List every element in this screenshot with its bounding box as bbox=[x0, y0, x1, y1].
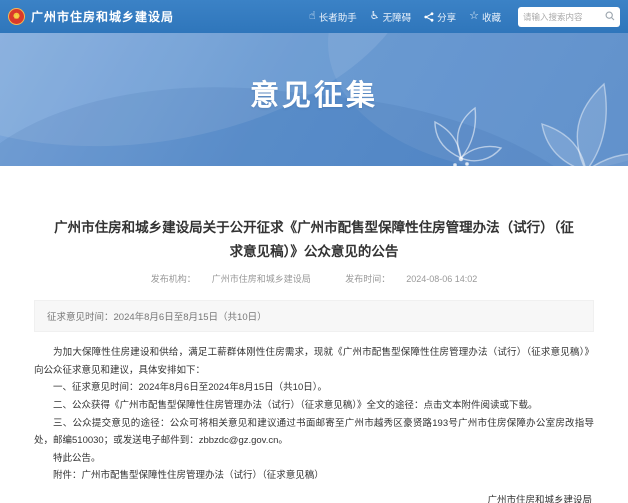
article-title: 广州市住房和城乡建设局关于公开征求《广州市配售型保障性住房管理办法（试行）（征求… bbox=[52, 216, 577, 263]
top-header-bar: ★ 广州市住房和城乡建设局 ☝ 长者助手 ♿ 无障碍 分享 ☆ 收藏 bbox=[0, 0, 628, 33]
article-paragraph: 特此公告。 bbox=[34, 450, 594, 468]
accessibility-button[interactable]: ♿ 无障碍 bbox=[370, 10, 411, 24]
elder-assistant-button[interactable]: ☝ 长者助手 bbox=[309, 10, 357, 24]
header-toolbar: ☝ 长者助手 ♿ 无障碍 分享 ☆ 收藏 bbox=[309, 7, 620, 27]
search-box[interactable] bbox=[518, 7, 620, 27]
signature-agency: 广州市住房和城乡建设局 bbox=[34, 491, 592, 503]
site-logo-home-link[interactable]: ★ 广州市住房和城乡建设局 bbox=[8, 8, 174, 25]
share-label: 分享 bbox=[437, 10, 456, 24]
share-button[interactable]: 分享 bbox=[424, 10, 456, 24]
article-paragraph: 一、征求意见时间：2024年8月6日至2024年8月15日（共10日）。 bbox=[34, 379, 594, 397]
national-emblem-icon: ★ bbox=[8, 8, 25, 25]
elder-assistant-icon: ☝ bbox=[309, 11, 316, 22]
share-icon bbox=[424, 12, 434, 22]
publish-time: 发布时间：2024-08-06 14:02 bbox=[337, 274, 485, 284]
site-name: 广州市住房和城乡建设局 bbox=[31, 8, 174, 25]
page-banner: 意见征集 bbox=[0, 33, 628, 166]
signature-block: 广州市住房和城乡建设局 2024年8月5日 bbox=[34, 491, 594, 503]
solicitation-period-notice: 征求意见时间：2024年8月6日至8月15日（共10日） bbox=[34, 300, 594, 332]
search-input[interactable] bbox=[523, 12, 605, 22]
banner-title: 意见征集 bbox=[250, 72, 378, 114]
article-paragraph: 二、公众获得《广州市配售型保障性住房管理办法（试行）（征求意见稿）》全文的途径：… bbox=[34, 397, 594, 415]
publisher: 发布机构：广州市住房和城乡建设局 bbox=[143, 274, 319, 284]
accessibility-icon: ♿ bbox=[370, 11, 380, 22]
article-paragraph: 三、公众提交意见的途径：公众可将相关意见和建议通过书面邮寄至广州市越秀区豪贤路1… bbox=[34, 415, 594, 450]
article-content: 广州市住房和城乡建设局关于公开征求《广州市配售型保障性住房管理办法（试行）（征求… bbox=[0, 166, 628, 503]
favorite-button[interactable]: ☆ 收藏 bbox=[469, 10, 501, 24]
elder-assistant-label: 长者助手 bbox=[319, 10, 357, 24]
favorite-label: 收藏 bbox=[482, 10, 501, 24]
article-meta: 发布机构：广州市住房和城乡建设局 发布时间：2024-08-06 14:02 bbox=[34, 272, 594, 285]
search-icon[interactable] bbox=[605, 8, 615, 26]
favorite-star-icon: ☆ bbox=[469, 11, 479, 22]
attachment-link[interactable]: 附件：广州市配售型保障性住房管理办法（试行）（征求意见稿） bbox=[34, 467, 594, 485]
article-body: 为加大保障性住房建设和供给，满足工薪群体刚性住房需求，现就《广州市配售型保障性住… bbox=[34, 344, 594, 485]
accessibility-label: 无障碍 bbox=[383, 10, 412, 24]
article-paragraph: 为加大保障性住房建设和供给，满足工薪群体刚性住房需求，现就《广州市配售型保障性住… bbox=[34, 344, 594, 379]
